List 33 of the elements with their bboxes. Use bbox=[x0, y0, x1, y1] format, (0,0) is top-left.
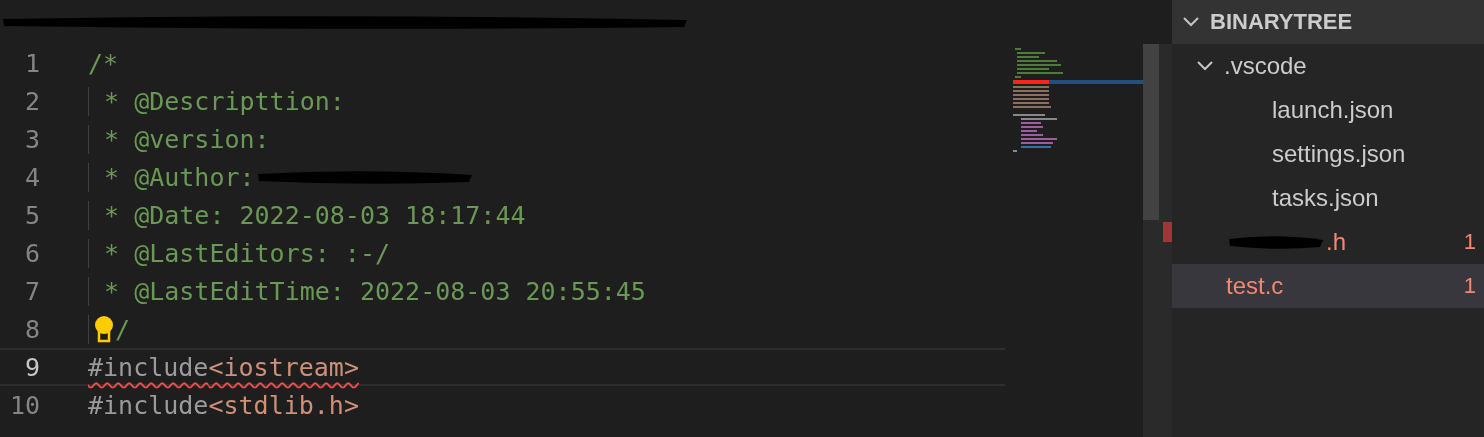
line-number: 6 bbox=[23, 238, 40, 268]
code-text: * @Descripttion: bbox=[103, 86, 345, 116]
lightbulb-icon[interactable] bbox=[93, 315, 115, 343]
code-text: * @LastEditTime: 2022-08-03 20:55:45 bbox=[103, 276, 646, 306]
line-number: 7 bbox=[23, 276, 40, 306]
file-item[interactable]: test.c 1 bbox=[1172, 264, 1484, 308]
code-text: * @Date: 2022-08-03 18:17:44 bbox=[103, 200, 526, 230]
code-text: #include bbox=[88, 390, 209, 420]
code-text: /* bbox=[88, 48, 119, 78]
line-number: 8 bbox=[23, 314, 40, 344]
code-text: * @LastEditors: :-/ bbox=[103, 238, 391, 268]
line-number: 4 bbox=[23, 162, 40, 192]
file-item[interactable]: settings.json bbox=[1172, 132, 1484, 176]
code-text: * @Author: bbox=[103, 162, 255, 192]
code-text: <iostream> bbox=[208, 352, 359, 382]
code-text: #include bbox=[88, 352, 209, 382]
line-number: 9 bbox=[23, 352, 40, 382]
problem-count: 1 bbox=[1463, 273, 1476, 299]
file-item[interactable]: tasks.json bbox=[1172, 176, 1484, 220]
line-number: 3 bbox=[23, 124, 40, 154]
code-text: * @version: bbox=[103, 124, 270, 154]
explorer-header[interactable]: BINARYTREE bbox=[1172, 0, 1484, 44]
line-number: 5 bbox=[23, 200, 40, 230]
code-text: / bbox=[115, 314, 131, 344]
folder-item[interactable]: .vscode bbox=[1172, 44, 1484, 88]
line-number: 10 bbox=[8, 390, 40, 420]
line-number: 1 bbox=[23, 48, 40, 78]
problem-count: 1 bbox=[1463, 229, 1476, 255]
file-item[interactable]: launch.json bbox=[1172, 88, 1484, 132]
line-number: 2 bbox=[23, 86, 40, 116]
scrollbar[interactable] bbox=[1143, 44, 1172, 437]
file-item[interactable]: .h 1 bbox=[1172, 220, 1484, 264]
code-text: <stdlib.h> bbox=[208, 390, 359, 420]
